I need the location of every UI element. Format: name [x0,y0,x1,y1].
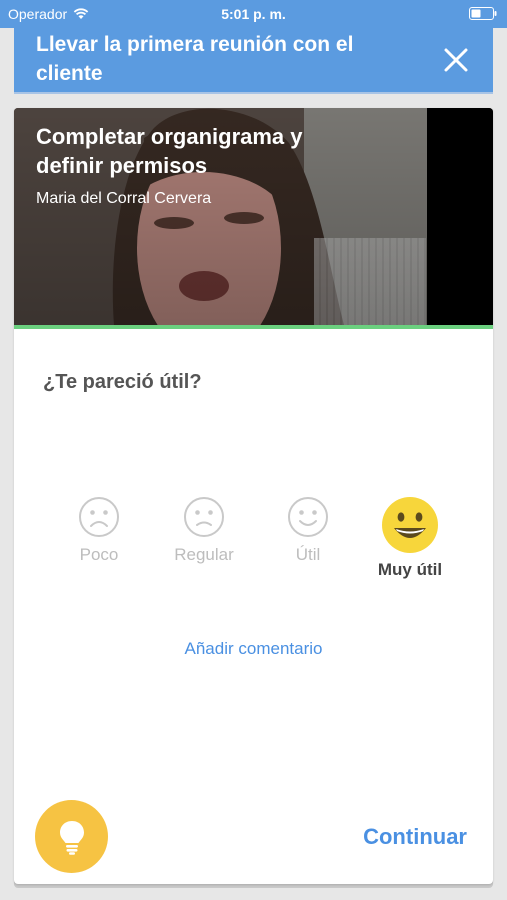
video-title: Completar organigrama y definir permisos [36,124,303,178]
rating-option-poco[interactable]: Poco [47,496,151,565]
rating-label: Muy útil [377,560,443,579]
clock: 5:01 p. m. [221,6,286,22]
sad-face-icon [184,497,224,537]
sad-face-icon [79,497,119,537]
rating-option-util[interactable]: Útil [256,496,360,565]
video-author: Maria del Corral Cervera [36,190,212,207]
feedback-question: ¿Te pareció útil? [43,371,202,393]
battery-icon [469,7,497,20]
task-title: Llevar la primera reunión con el cliente [36,33,354,85]
smile-face-icon [288,497,328,537]
add-comment-link[interactable]: Añadir comentario [14,639,493,659]
continue-button[interactable]: Continuar [363,824,467,850]
rating-label: Regular [174,545,234,564]
video-thumbnail[interactable]: Completar organigrama y definir permisos… [14,108,493,325]
lightbulb-button[interactable] [35,800,108,873]
rating-label: Poco [79,545,119,564]
big-smile-face-icon [382,497,438,553]
status-bar: Operador 5:01 p. m. [0,0,507,28]
task-header: Llevar la primera reunión con el cliente [14,28,493,92]
rating-option-regular[interactable]: Regular [152,496,256,565]
close-icon[interactable] [443,47,469,73]
rating-option-muy-util[interactable]: Muy útil [358,496,462,580]
video-letterbox [427,108,493,325]
video-progress-bar [14,325,493,329]
lightbulb-icon [59,820,84,855]
rating-label: Útil [295,545,321,564]
lesson-card: Completar organigrama y definir permisos… [14,108,493,884]
